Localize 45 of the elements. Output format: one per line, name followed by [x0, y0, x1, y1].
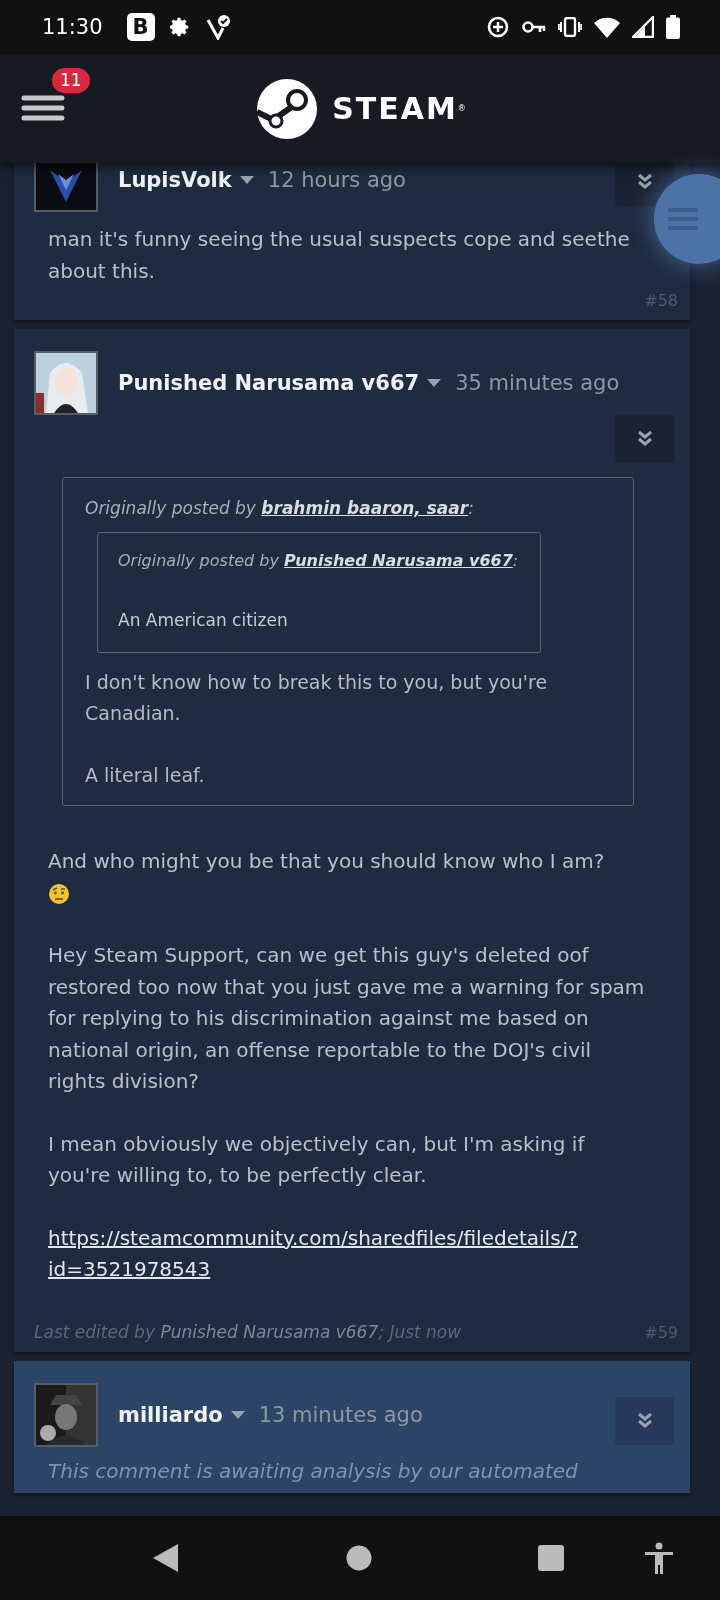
check-shield-icon [204, 14, 231, 40]
comment-text: Hey Steam Support, can we get this guy's deleted oof restored too now that you just gave me a warning for spam for replying to his discrimination against me based on national origin, an offense reportable to the DOJ's civil rights division? [48, 943, 645, 1093]
signal-icon [632, 16, 654, 38]
quote-text: A literal leaf. [85, 763, 206, 788]
notification-badge: 11 [52, 68, 90, 93]
comment-link[interactable]: https://steamcommunity.com/sharedfiles/filedetails/?id=3521978543 [48, 1222, 650, 1286]
steam-logo-icon [256, 77, 319, 140]
gear-icon [168, 16, 191, 38]
battery-icon [666, 15, 680, 39]
comment-text: And who might you be that you should know who I am? [48, 849, 605, 873]
dropdown-caret-icon[interactable] [230, 1410, 245, 1419]
vibrate-icon [558, 17, 582, 37]
double-chevron-icon [635, 173, 654, 191]
status-time: 11:30 [42, 15, 103, 39]
quote-text: I don't know how to break this to you, but you're Canadian. [85, 670, 549, 726]
app-notification-icon: B [126, 13, 155, 41]
quote-text: An American citizen [118, 610, 289, 630]
double-chevron-icon [635, 1411, 654, 1430]
author-name[interactable]: milliardo [118, 1402, 223, 1427]
author-name[interactable]: LupisVolk [118, 168, 232, 192]
comment-text: man it's funny seeing the usual suspects cope and seethe about this. [48, 227, 630, 283]
author-name[interactable]: Punished Narusama v667 [118, 371, 420, 395]
registered-mark: ® [457, 103, 466, 113]
home-icon[interactable] [346, 1545, 372, 1571]
dropdown-caret-icon[interactable] [239, 176, 254, 184]
post-time: 35 minutes ago [455, 371, 620, 395]
double-chevron-icon [635, 430, 654, 448]
post-time: 12 hours ago [267, 168, 406, 192]
collapse-button[interactable] [615, 415, 674, 463]
edit-note: Last edited by Punished Narusama v667; Just now [34, 1321, 462, 1342]
quote-attribution: Originally posted by brahmin baaron, saar: [85, 498, 475, 518]
key-icon [522, 20, 546, 34]
logo-text: STEAM [332, 91, 458, 126]
comment-text: I mean obviously we objectively can, but I'm asking if you're willing to, to be perfectly clear. [48, 1131, 585, 1187]
collapse-button[interactable] [615, 1396, 674, 1445]
back-icon[interactable] [152, 1543, 180, 1573]
pending-note: This comment is awaiting analysis by our automated [48, 1458, 579, 1483]
post-time: 13 minutes ago [258, 1402, 423, 1427]
quote-attribution: Originally posted by Punished Narusama v667: [118, 551, 520, 570]
dropdown-caret-icon[interactable] [427, 379, 442, 387]
author-link[interactable]: brahmin baaron, saar [261, 498, 469, 518]
data-saver-icon [486, 15, 510, 39]
wifi-icon [594, 16, 620, 38]
accessibility-icon[interactable] [644, 1542, 674, 1574]
author-link[interactable]: Punished Narusama v667 [283, 551, 513, 570]
